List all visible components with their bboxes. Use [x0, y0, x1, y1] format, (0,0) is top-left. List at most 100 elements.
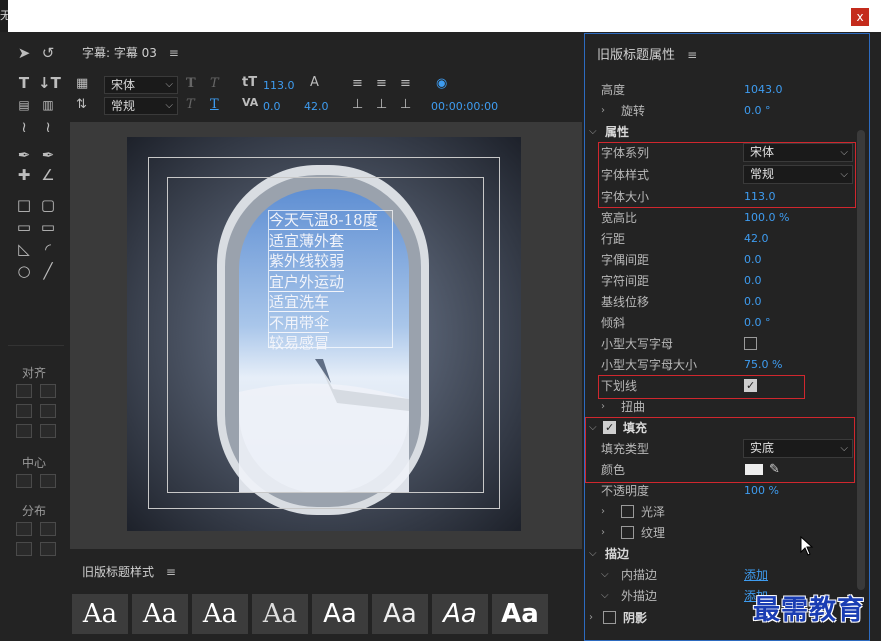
distort-row[interactable]: › 扭曲 — [585, 397, 855, 417]
leading-row: 行距 42.0 — [585, 229, 855, 249]
baseline-value[interactable]: 0.0 — [744, 292, 762, 312]
slant-value[interactable]: 0.0 ° — [744, 313, 771, 333]
film-strip-icon[interactable]: ▦ — [76, 76, 88, 91]
rounded-corner-tool-icon[interactable]: ▭ — [14, 218, 34, 236]
style-swatch[interactable]: Aa — [372, 594, 428, 634]
chevron-down-icon[interactable]: ⌵ — [589, 544, 597, 564]
chevron-right-icon[interactable]: › — [601, 397, 605, 417]
add-anchor-tool-icon[interactable]: ✚ — [14, 166, 34, 184]
underline-icon[interactable]: T — [210, 97, 219, 112]
vertical-area-type-tool-icon[interactable]: ▥ — [38, 96, 58, 114]
leading-value[interactable]: 42.0 — [304, 100, 329, 113]
sheen-checkbox[interactable] — [621, 505, 634, 518]
vertical-path-type-tool-icon[interactable]: ≀ — [38, 118, 58, 136]
selection-tool-icon[interactable]: ➤ — [14, 44, 34, 62]
ellipse-tool-icon[interactable]: ○ — [14, 262, 34, 280]
text-line-6: 不用带伞 — [269, 314, 330, 333]
title-styles-panel: 旧版标题样式 ≡ Aa Aa Aa Aa Aa Aa Aa Aa — [70, 554, 582, 641]
style-swatch[interactable]: Aa — [312, 594, 368, 634]
rounded-rect-tool-icon[interactable]: ▢ — [38, 196, 58, 214]
stroke-section[interactable]: ⌵ 描边 — [585, 544, 855, 564]
app-window: 无 x ➤ ↺ T ↓T ▤ ▥ ≀ ≀ ✒ ✒ ✚ ∠ □ ▢ ▭ ▭ ◺ ◜… — [0, 0, 881, 641]
editor-tab-title[interactable]: 字幕: 字幕 03 ≡ — [82, 44, 179, 61]
align-text-right-icon[interactable]: ≡ — [400, 76, 411, 91]
pen-tool-icon[interactable]: ✒ — [14, 146, 34, 164]
styles-panel-title: 旧版标题样式 ≡ — [82, 565, 176, 579]
kerning-value[interactable]: 0.0 — [744, 250, 762, 270]
align-bottom-icon[interactable] — [40, 424, 56, 438]
chevron-right-icon[interactable]: › — [601, 502, 605, 522]
chevron-down-icon[interactable]: ⌵ — [601, 565, 609, 585]
align-right-icon[interactable] — [16, 424, 32, 438]
leading-value[interactable]: 42.0 — [744, 229, 769, 249]
styles-menu-icon[interactable]: ≡ — [166, 565, 176, 579]
delete-anchor-tool-icon[interactable]: ✒ — [38, 146, 58, 164]
font-size-value[interactable]: 113.0 — [263, 79, 295, 92]
tab-center-icon[interactable]: ⊥ — [376, 97, 387, 112]
center-vertical-icon[interactable] — [40, 474, 56, 488]
style-swatch[interactable]: Aa — [72, 594, 128, 634]
clipped-rect-tool-icon[interactable]: ▭ — [38, 218, 58, 236]
height-value[interactable]: 1043.0 — [744, 80, 783, 100]
align-top-icon[interactable] — [40, 384, 56, 398]
align-text-center-icon[interactable]: ≡ — [376, 76, 387, 91]
aspect-row: 宽高比 100.0 % — [585, 208, 855, 228]
font-family-select[interactable]: 宋体 ⌵ — [104, 76, 178, 94]
align-hcenter-icon[interactable] — [16, 404, 32, 418]
arc-tool-icon[interactable]: ◜ — [38, 240, 58, 258]
style-swatch[interactable]: Aa — [192, 594, 248, 634]
tab-left-icon[interactable]: ⊥ — [352, 97, 363, 112]
align-vcenter-icon[interactable] — [40, 404, 56, 418]
vertical-type-tool-icon[interactable]: ↓T — [38, 74, 61, 92]
smallcaps-size-value[interactable]: 75.0 % — [744, 355, 782, 375]
props-menu-icon[interactable]: ≡ — [687, 48, 697, 62]
center-horizontal-icon[interactable] — [16, 474, 32, 488]
faux-italic-icon[interactable]: T — [186, 97, 195, 112]
inner-stroke-add-link[interactable]: 添加 — [744, 565, 768, 585]
convert-anchor-tool-icon[interactable]: ∠ — [38, 166, 58, 184]
show-background-icon[interactable]: ◉ — [436, 76, 447, 91]
distribute-middle-icon[interactable] — [40, 542, 56, 556]
chevron-down-icon[interactable]: ⌵ — [589, 122, 597, 142]
chevron-right-icon[interactable]: › — [601, 101, 605, 121]
panel-menu-icon[interactable]: ≡ — [169, 46, 179, 60]
wedge-tool-icon[interactable]: ◺ — [14, 240, 34, 258]
aspect-value[interactable]: 100.0 % — [744, 208, 789, 228]
smallcaps-checkbox[interactable] — [744, 337, 757, 350]
italic-icon[interactable]: T — [210, 76, 219, 91]
align-left-icon[interactable] — [16, 384, 32, 398]
tracking-value[interactable]: 0.0 — [744, 271, 762, 291]
tab-right-icon[interactable]: ⊥ — [400, 97, 411, 112]
close-button[interactable]: x — [851, 8, 869, 26]
kerning-value[interactable]: 0.0 — [263, 100, 281, 113]
timecode[interactable]: 00:00:00:00 — [431, 100, 498, 113]
font-style-select[interactable]: 常规 ⌵ — [104, 97, 178, 115]
attributes-section[interactable]: ⌵ 属性 — [585, 122, 855, 142]
chevron-right-icon[interactable]: › — [589, 608, 593, 628]
chevron-down-icon[interactable]: ⌵ — [601, 586, 609, 606]
path-type-tool-icon[interactable]: ≀ — [14, 118, 34, 136]
distribute-left-icon[interactable] — [16, 522, 32, 536]
line-tool-icon[interactable]: ╱ — [38, 262, 58, 280]
align-text-left-icon[interactable]: ≡ — [352, 76, 363, 91]
shadow-checkbox[interactable] — [603, 611, 616, 624]
style-swatch[interactable]: Aa — [132, 594, 188, 634]
distribute-top-icon[interactable] — [40, 522, 56, 536]
style-swatch[interactable]: Aa — [252, 594, 308, 634]
type-tool-icon[interactable]: T — [14, 74, 34, 92]
rectangle-tool-icon[interactable]: □ — [14, 196, 34, 214]
props-scrollbar[interactable] — [857, 130, 865, 590]
distribute-center-icon[interactable] — [16, 542, 32, 556]
style-swatch[interactable]: Aa — [432, 594, 488, 634]
tab-stops-icon[interactable]: ⇅ — [76, 97, 87, 112]
texture-row[interactable]: › 纹理 — [585, 523, 855, 543]
area-type-tool-icon[interactable]: ▤ — [14, 96, 34, 114]
bold-icon[interactable]: T — [186, 76, 196, 91]
rotation-value[interactable]: 0.0 ° — [744, 101, 771, 121]
opacity-value[interactable]: 100 % — [744, 481, 779, 501]
chevron-right-icon[interactable]: › — [601, 523, 605, 543]
style-swatch[interactable]: Aa — [492, 594, 548, 634]
texture-checkbox[interactable] — [621, 526, 634, 539]
sheen-row[interactable]: › 光泽 — [585, 502, 855, 522]
rotate-tool-icon[interactable]: ↺ — [38, 44, 58, 62]
